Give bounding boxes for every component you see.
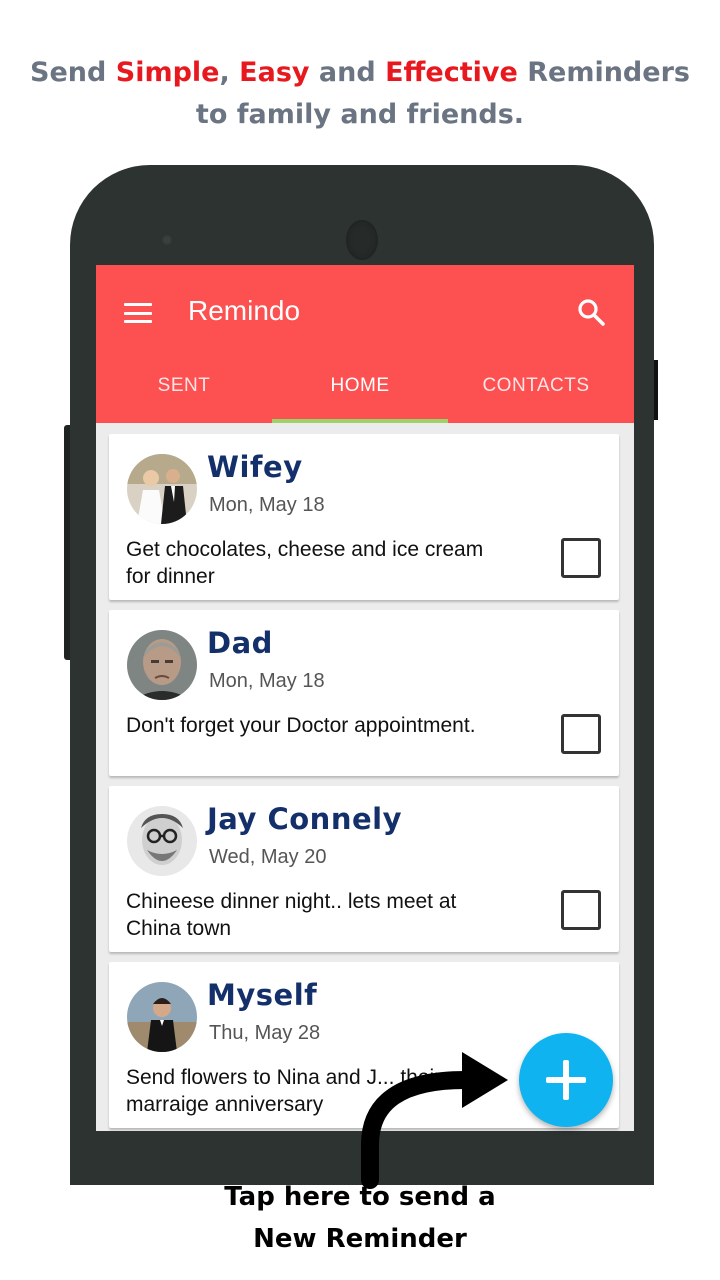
phone-sensor	[161, 234, 173, 246]
headline-word: Reminders	[517, 57, 690, 88]
headline-highlight: Effective	[385, 57, 518, 88]
active-tab-indicator	[272, 419, 448, 423]
call-to-action-caption: Tap here to send a New Reminder	[0, 1176, 720, 1260]
add-reminder-button[interactable]	[519, 1033, 613, 1127]
contact-name: Jay Connely	[207, 802, 402, 836]
contact-name: Myself	[207, 978, 318, 1012]
app-screen: Remindo SENT HOME CONTACTS Wifey Mon, Ma…	[96, 265, 634, 1131]
app-bar: Remindo SENT HOME CONTACTS	[96, 265, 634, 423]
avatar	[127, 982, 197, 1052]
reminder-message: Don't forget your Doctor appointment.	[126, 714, 476, 737]
headline-line-1: Send Simple, Easy and Effective Reminder…	[0, 52, 720, 94]
contact-name: Wifey	[207, 450, 303, 484]
promo-headline: Send Simple, Easy and Effective Reminder…	[0, 52, 720, 136]
headline-highlight: Easy	[239, 57, 310, 88]
tab-home[interactable]: HOME	[272, 375, 448, 397]
tab-contacts[interactable]: CONTACTS	[448, 375, 624, 397]
contact-name: Dad	[207, 626, 273, 660]
reminder-date: Mon, May 18	[209, 670, 325, 692]
avatar	[127, 454, 197, 524]
hamburger-menu-icon[interactable]	[124, 303, 152, 323]
search-icon[interactable]	[576, 297, 606, 327]
phone-camera	[346, 220, 378, 260]
headline-line-2: to family and friends.	[195, 99, 525, 130]
headline-highlight: Simple	[115, 57, 220, 88]
reminder-date: Wed, May 20	[209, 846, 327, 868]
reminder-card[interactable]: Dad Mon, May 18 Don't forget your Doctor…	[109, 610, 619, 776]
headline-word: Send	[30, 57, 116, 88]
reminder-message: Chineese dinner night.. lets meet at Chi…	[126, 890, 457, 940]
headline-word: ,	[219, 57, 240, 88]
reminder-date: Thu, May 28	[209, 1022, 321, 1044]
cta-line-1: Tap here to send a	[224, 1182, 496, 1212]
avatar	[127, 806, 197, 876]
cta-line-2: New Reminder	[253, 1224, 467, 1254]
done-checkbox[interactable]	[561, 538, 601, 578]
headline-word: and	[309, 57, 386, 88]
avatar	[127, 630, 197, 700]
reminder-card[interactable]: Wifey Mon, May 18 Get chocolates, cheese…	[109, 434, 619, 600]
reminder-card[interactable]: Jay Connely Wed, May 20 Chineese dinner …	[109, 786, 619, 952]
done-checkbox[interactable]	[561, 714, 601, 754]
done-checkbox[interactable]	[561, 890, 601, 930]
pointer-arrow-icon	[361, 1052, 508, 1189]
reminder-date: Mon, May 18	[209, 494, 325, 516]
reminder-message: Get chocolates, cheese and ice cream for…	[126, 538, 484, 588]
tab-sent[interactable]: SENT	[96, 375, 272, 397]
app-title: Remindo	[188, 295, 301, 326]
